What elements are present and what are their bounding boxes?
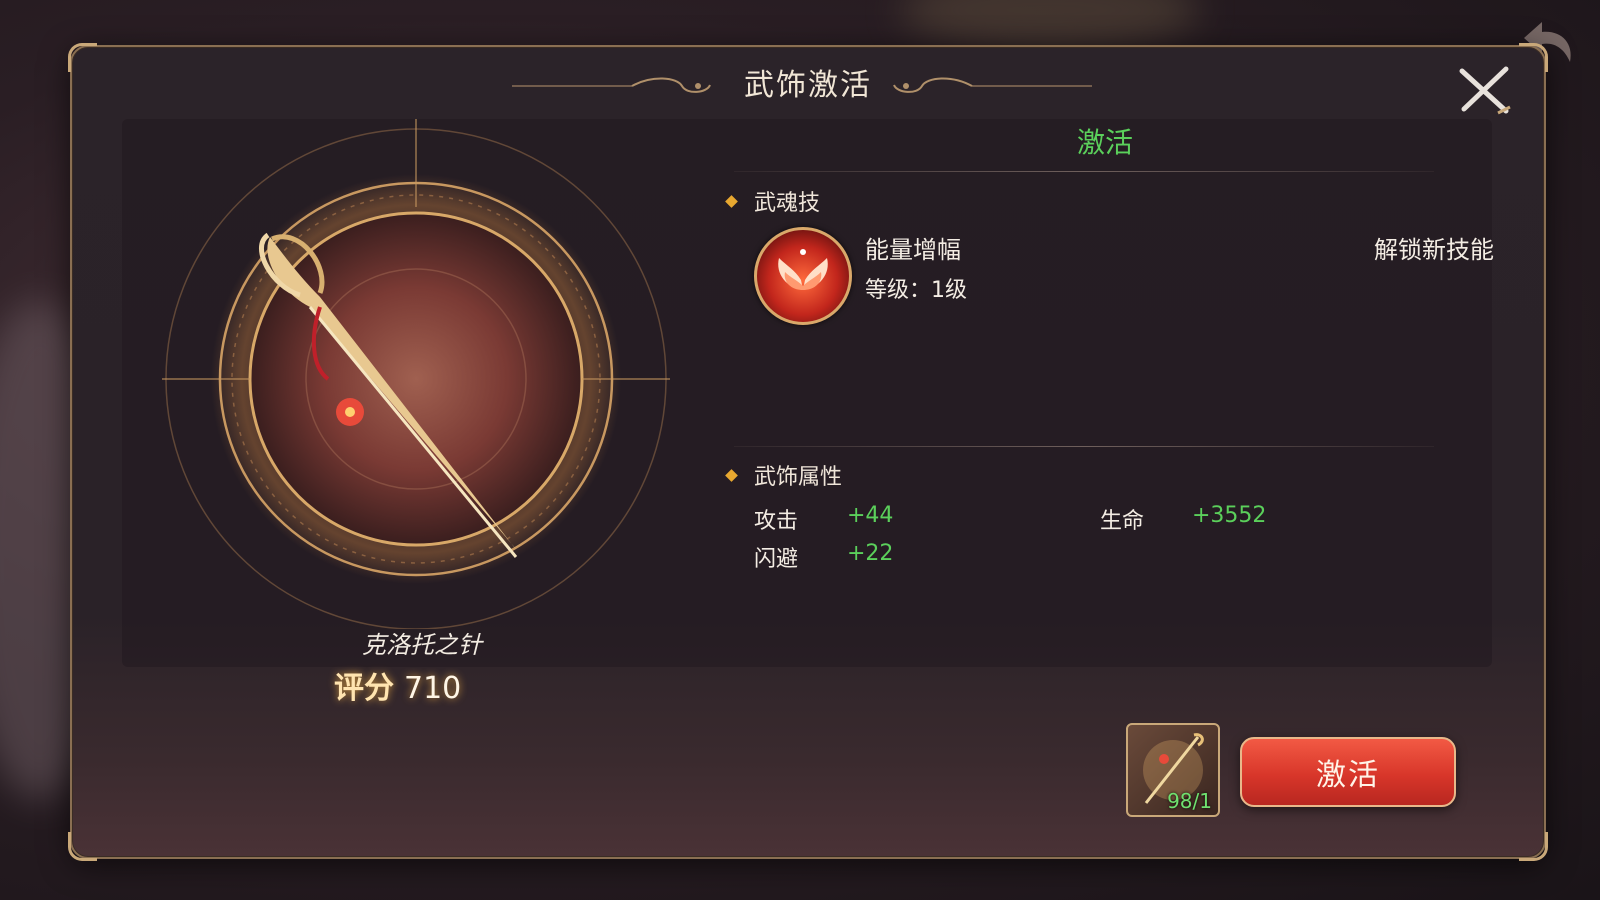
material-count: 98/1	[1167, 789, 1212, 813]
activation-status: 激活	[1077, 126, 1134, 159]
skill-section-label: 武魂技	[754, 191, 821, 216]
attr-dodge-label: 闪避	[754, 547, 799, 572]
attribute-section-heading: 武饰属性	[725, 459, 843, 491]
skill-unlock-text: 解锁新技能	[1374, 236, 1494, 264]
dialog-header: 武饰激活	[72, 63, 1544, 109]
skill-name: 能量增幅	[865, 236, 961, 264]
activate-button[interactable]: 激活	[1240, 737, 1456, 807]
skill-level: 等级：1级	[865, 278, 967, 303]
divider	[734, 171, 1434, 172]
score-value: 710	[404, 671, 462, 706]
attr-dodge-value: +22	[847, 541, 894, 566]
dialog-title: 武饰激活	[744, 68, 872, 103]
skill-section-heading: 武魂技	[725, 185, 821, 217]
title-ornament-left-icon	[512, 77, 711, 93]
weapon-name: 克洛托之针	[362, 631, 482, 659]
diamond-bullet-icon	[725, 468, 738, 482]
diamond-bullet-icon	[725, 194, 738, 208]
attr-attack-label: 攻击	[754, 509, 799, 534]
frame-corner	[1519, 832, 1548, 861]
attribute-section-label: 武饰属性	[754, 465, 843, 490]
attr-hp-label: 生命	[1100, 509, 1145, 534]
attr-hp-value: +3552	[1192, 503, 1267, 528]
attr-attack-value: +44	[847, 503, 894, 528]
score-label: 评分	[334, 671, 394, 706]
material-slot[interactable]: 98/1	[1126, 723, 1220, 817]
divider	[734, 446, 1434, 447]
weapon-display-medallion	[162, 119, 670, 629]
weapon-activation-dialog: 武饰激活 克洛托之针 评分 710 激活 武魂技 能量增幅 等级：1级 解锁新技…	[68, 43, 1548, 861]
wings-icon[interactable]	[754, 227, 852, 325]
close-x-icon[interactable]	[1454, 61, 1514, 121]
frame-corner	[68, 832, 97, 861]
background-blur	[900, 0, 1200, 50]
title-ornament-right-icon	[893, 77, 1092, 93]
weapon-score: 评分 710	[334, 663, 461, 707]
